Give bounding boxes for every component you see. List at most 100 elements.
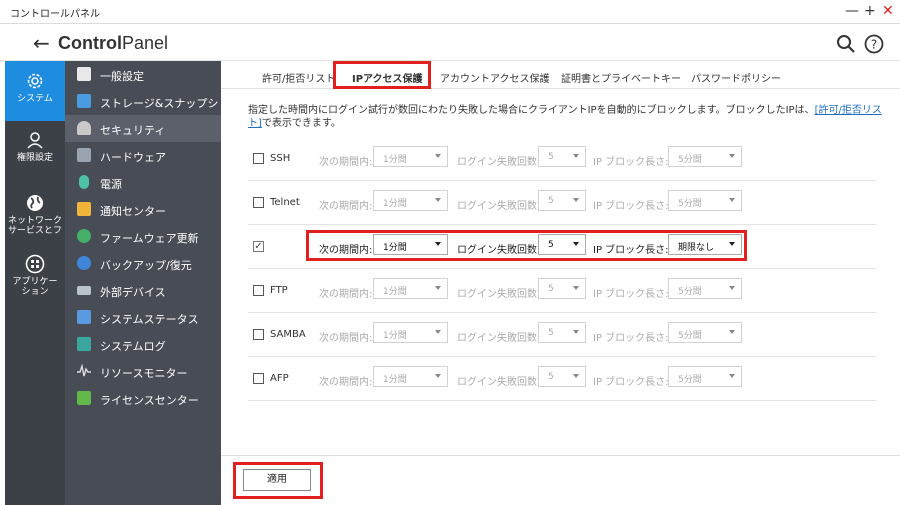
service-name: SSH	[270, 153, 291, 164]
failures-value: 5	[548, 372, 554, 382]
chevron-down-icon	[729, 374, 735, 378]
sidebar-item-label: ファームウェア更新	[100, 232, 199, 245]
block-length-select[interactable]: 5分間	[668, 278, 742, 299]
failures-label: ログイン失敗回数:	[457, 157, 541, 168]
period-label: 次の期間内:	[319, 333, 373, 344]
sidebar-item-security[interactable]: セキュリティ	[65, 115, 221, 142]
service-checkbox[interactable]	[253, 285, 264, 296]
sidebar-item-power[interactable]: 電源	[65, 169, 221, 196]
chevron-down-icon	[729, 286, 735, 290]
tab-allow-deny-list[interactable]: 許可/拒否リスト	[262, 70, 335, 85]
hardware-icon	[77, 148, 91, 162]
close-button[interactable]: ✕	[882, 3, 894, 19]
failures-select[interactable]: 5	[538, 278, 586, 299]
sidebar-item-backup[interactable]: バックアップ/復元	[65, 250, 221, 277]
period-select[interactable]: 1分間	[373, 190, 448, 211]
failures-select[interactable]: 5	[538, 190, 586, 211]
sidebar-item-system-status[interactable]: システムステータス	[65, 304, 221, 331]
apps-icon	[25, 254, 45, 274]
block-value: 5分間	[678, 331, 702, 341]
failures-label: ログイン失敗回数:	[457, 289, 541, 300]
tab-account-access-protection[interactable]: アカウントアクセス保護	[440, 70, 550, 85]
sidebar-item-general[interactable]: 一般設定	[65, 61, 221, 88]
window-title: コントロールパネル	[10, 9, 100, 20]
sidebar-item-firmware[interactable]: ファームウェア更新	[65, 223, 221, 250]
chevron-down-icon	[573, 330, 579, 334]
firmware-icon	[77, 229, 91, 243]
main-panel: 許可/拒否リスト IPアクセス保護 アカウントアクセス保護 証明書とプライベート…	[221, 61, 900, 505]
svg-text:?: ?	[871, 38, 877, 52]
sidebar-item-label: ハードウェア	[100, 151, 166, 164]
rail-item-permissions[interactable]: 権限設定	[5, 127, 65, 173]
failures-select[interactable]: 5	[538, 322, 586, 343]
failures-label: ログイン失敗回数:	[457, 201, 541, 212]
rail-item-network[interactable]: ネットワーク サービスとフ	[5, 191, 65, 241]
control-panel-window: コントロールパネル — + ✕ ← ControlPanel ? システム 権限…	[0, 0, 900, 505]
tab-highlight-box	[333, 61, 431, 89]
block-length-select[interactable]: 5分間	[668, 146, 742, 167]
service-checkbox[interactable]	[253, 197, 264, 208]
system-log-icon	[77, 337, 91, 351]
chevron-down-icon	[435, 286, 441, 290]
storage-icon	[77, 94, 91, 108]
failures-label: ログイン失敗回数:	[457, 333, 541, 344]
sidebar-item-hardware[interactable]: ハードウェア	[65, 142, 221, 169]
period-label: 次の期間内:	[319, 289, 373, 300]
notification-icon	[77, 202, 91, 216]
title-bar: コントロールパネル — + ✕	[0, 0, 900, 24]
service-checkbox-checked[interactable]: ✓	[253, 241, 264, 252]
sidebar-item-storage[interactable]: ストレージ&スナップシ...	[65, 88, 221, 115]
period-select[interactable]: 1分間	[373, 278, 448, 299]
chevron-down-icon	[573, 154, 579, 158]
rail-label-applications: アプリケー ション	[12, 277, 58, 297]
chevron-down-icon	[573, 286, 579, 290]
period-select[interactable]: 1分間	[373, 322, 448, 343]
rail-label-permissions: 権限設定	[16, 153, 53, 163]
period-select[interactable]: 1分間	[373, 366, 448, 387]
block-length-select[interactable]: 5分間	[668, 322, 742, 343]
help-icon[interactable]: ?	[864, 34, 884, 54]
minimize-button[interactable]: —	[845, 3, 859, 19]
failures-select[interactable]: 5	[538, 146, 586, 167]
rail-item-applications[interactable]: アプリケー ション	[5, 252, 65, 302]
tab-bar: 許可/拒否リスト IPアクセス保護 アカウントアクセス保護 証明書とプライベート…	[221, 61, 900, 89]
chevron-down-icon	[573, 198, 579, 202]
tab-certificate-private-key[interactable]: 証明書とプライベートキー	[561, 70, 681, 85]
search-icon[interactable]	[836, 34, 856, 54]
apply-button[interactable]: 適用	[243, 469, 311, 491]
service-name: SAMBA	[270, 329, 306, 340]
user-icon	[27, 132, 43, 149]
block-length-select[interactable]: 5分間	[668, 366, 742, 387]
service-checkbox[interactable]	[253, 329, 264, 340]
external-device-icon	[77, 286, 91, 295]
sidebar-item-resource-monitor[interactable]: リソースモニター	[65, 358, 221, 385]
system-status-icon	[77, 310, 91, 324]
sidebar-item-label: 外部デバイス	[100, 286, 166, 299]
service-checkbox[interactable]	[253, 373, 264, 384]
back-arrow-icon[interactable]: ←	[33, 31, 50, 55]
period-value: 1分間	[383, 287, 407, 297]
power-icon	[79, 175, 89, 189]
service-checkbox[interactable]	[253, 153, 264, 164]
row-highlight-box	[306, 230, 747, 261]
period-select[interactable]: 1分間	[373, 146, 448, 167]
chevron-down-icon	[573, 374, 579, 378]
sidebar-item-notification[interactable]: 通知センター	[65, 196, 221, 223]
failures-select[interactable]: 5	[538, 366, 586, 387]
resource-monitor-icon	[77, 364, 91, 377]
failures-value: 5	[548, 328, 554, 338]
rail-item-system[interactable]: システム	[5, 61, 65, 121]
service-row-ftp: FTP 次の期間内: 1分間 ログイン失敗回数: 5 IP ブロック長さ: 5分…	[248, 269, 876, 313]
failures-value: 5	[548, 284, 554, 294]
sidebar-item-external-device[interactable]: 外部デバイス	[65, 277, 221, 304]
sidebar-item-license[interactable]: ライセンスセンター	[65, 385, 221, 412]
maximize-button[interactable]: +	[864, 3, 876, 19]
sidebar-item-system-log[interactable]: システムログ	[65, 331, 221, 358]
tab-password-policy[interactable]: パスワードポリシー	[691, 70, 781, 85]
block-label: IP ブロック長さ:	[593, 157, 669, 168]
block-length-select[interactable]: 5分間	[668, 190, 742, 211]
period-value: 1分間	[383, 155, 407, 165]
service-row-enabled: ✓ 次の期間内: 1分間 ログイン失敗回数: 5 IP ブロック長さ: 期限なし	[248, 225, 876, 269]
description-part2: で表示できます。	[261, 118, 341, 129]
block-label: IP ブロック長さ:	[593, 289, 669, 300]
